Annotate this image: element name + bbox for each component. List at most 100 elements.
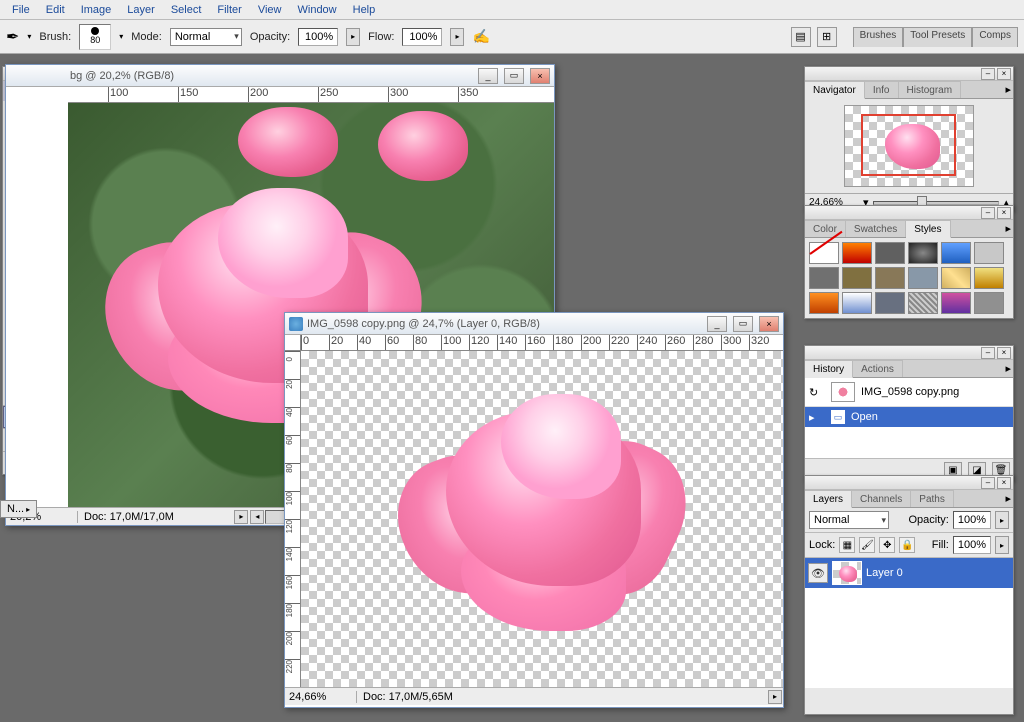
style-swatch[interactable]	[842, 267, 872, 289]
style-swatch[interactable]	[974, 242, 1004, 264]
tab-info[interactable]: Info	[865, 81, 899, 98]
lay-close-icon[interactable]: ×	[997, 477, 1011, 489]
doc2-maximize[interactable]: ▭	[733, 316, 753, 332]
fill-arrow[interactable]: ▸	[995, 536, 1009, 554]
brush-preview[interactable]: 80	[79, 24, 111, 50]
doc2-zoom[interactable]: 24,66%	[285, 691, 357, 703]
style-swatch[interactable]	[809, 292, 839, 314]
history-brush-src-icon[interactable]: ↻	[809, 386, 825, 399]
menu-help[interactable]: Help	[345, 2, 384, 18]
tab-paths[interactable]: Paths	[911, 490, 954, 507]
nav-close-icon[interactable]: ×	[997, 68, 1011, 80]
lock-transparent-icon[interactable]: ▦	[839, 537, 855, 553]
styles-menu-icon[interactable]: ▸	[1005, 222, 1011, 235]
doc1-info-arrow[interactable]: ▸	[234, 510, 248, 524]
sty-close-icon[interactable]: ×	[997, 207, 1011, 219]
menu-layer[interactable]: Layer	[119, 2, 163, 18]
hist-close-icon[interactable]: ×	[997, 347, 1011, 359]
style-swatch[interactable]	[875, 292, 905, 314]
palette-icon[interactable]: ▤	[791, 27, 811, 47]
well-tab-comps[interactable]: Comps	[972, 27, 1018, 47]
fill-input[interactable]: 100%	[953, 536, 991, 554]
lock-pixels-icon[interactable]: 🖌	[859, 537, 875, 553]
layer-name[interactable]: Layer 0	[866, 567, 903, 579]
tab-swatches[interactable]: Swatches	[846, 220, 906, 237]
nav-view-rect[interactable]	[861, 114, 956, 176]
style-swatch[interactable]	[941, 292, 971, 314]
layer-thumb[interactable]	[832, 561, 862, 585]
style-swatch[interactable]	[842, 242, 872, 264]
brush-dropdown-icon[interactable]: ▾	[119, 32, 123, 41]
style-swatch[interactable]	[908, 242, 938, 264]
style-swatch[interactable]	[809, 267, 839, 289]
flow-input[interactable]: 100%	[402, 28, 442, 46]
style-swatch[interactable]	[875, 267, 905, 289]
lock-position-icon[interactable]: ✥	[879, 537, 895, 553]
file-tab[interactable]: N...▸	[0, 500, 37, 518]
style-swatch[interactable]	[941, 267, 971, 289]
hist-min-icon[interactable]: –	[981, 347, 995, 359]
tab-histogram[interactable]: Histogram	[899, 81, 962, 98]
style-swatch[interactable]	[941, 242, 971, 264]
lay-min-icon[interactable]: –	[981, 477, 995, 489]
menu-select[interactable]: Select	[163, 2, 210, 18]
layer-item[interactable]: 👁 Layer 0	[805, 558, 1013, 588]
nav-min-icon[interactable]: –	[981, 68, 995, 80]
style-swatch[interactable]	[875, 242, 905, 264]
tool-preset-icon[interactable]: ✒	[6, 27, 19, 47]
blend-mode-dropdown[interactable]: Normal	[170, 28, 242, 46]
tab-channels[interactable]: Channels	[852, 490, 911, 507]
style-swatch[interactable]	[842, 292, 872, 314]
menu-view[interactable]: View	[250, 2, 290, 18]
doc1-titlebar[interactable]: bg @ 20,2% (RGB/8) _ ▭ ×	[6, 65, 554, 87]
airbrush-icon[interactable]: ✍	[472, 28, 489, 45]
layer-opacity-input[interactable]: 100%	[953, 511, 991, 529]
menu-window[interactable]: Window	[290, 2, 345, 18]
nav-thumbnail[interactable]	[844, 105, 974, 187]
close-button[interactable]: ×	[530, 68, 550, 84]
menu-edit[interactable]: Edit	[38, 2, 73, 18]
doc2-minimize[interactable]: _	[707, 316, 727, 332]
workspace-icon[interactable]: ⊞	[817, 27, 837, 47]
tab-navigator[interactable]: Navigator	[805, 81, 865, 99]
doc2-canvas[interactable]	[301, 351, 783, 687]
menu-file[interactable]: File	[4, 2, 38, 18]
visibility-icon[interactable]: 👁	[808, 563, 828, 583]
tab-styles[interactable]: Styles	[906, 220, 950, 238]
menu-image[interactable]: Image	[73, 2, 120, 18]
tab-color[interactable]: Color	[805, 220, 846, 237]
opacity-arrow[interactable]: ▸	[346, 28, 360, 46]
doc2-info-arrow[interactable]: ▸	[768, 690, 782, 704]
tab-actions[interactable]: Actions	[853, 360, 903, 377]
history-menu-icon[interactable]: ▸	[1005, 362, 1011, 375]
lock-all-icon[interactable]: 🔒	[899, 537, 915, 553]
minimize-button[interactable]: _	[478, 68, 498, 84]
nav-menu-icon[interactable]: ▸	[1005, 83, 1011, 96]
style-swatch[interactable]	[908, 292, 938, 314]
doc2-titlebar[interactable]: IMG_0598 copy.png @ 24,7% (Layer 0, RGB/…	[285, 313, 783, 335]
nav-slider[interactable]	[873, 201, 1000, 205]
tab-layers[interactable]: Layers	[805, 490, 852, 508]
flow-arrow[interactable]: ▸	[450, 28, 464, 46]
style-swatch[interactable]	[908, 267, 938, 289]
opacity-input[interactable]: 100%	[298, 28, 338, 46]
tab-history[interactable]: History	[805, 360, 853, 378]
doc2-ruler-v: 020406080100120140160180200220	[285, 351, 301, 687]
blend-mode-select[interactable]: Normal	[809, 511, 889, 529]
well-tab-presets[interactable]: Tool Presets	[903, 27, 972, 47]
maximize-button[interactable]: ▭	[504, 68, 524, 84]
menu-filter[interactable]: Filter	[209, 2, 249, 18]
style-swatch[interactable]	[974, 292, 1004, 314]
style-swatch[interactable]	[974, 267, 1004, 289]
layer-opacity-arrow[interactable]: ▸	[995, 511, 1009, 529]
doc2-close[interactable]: ×	[759, 316, 779, 332]
sty-min-icon[interactable]: –	[981, 207, 995, 219]
well-tab-brushes[interactable]: Brushes	[853, 27, 904, 47]
history-snapshot[interactable]: ↻ IMG_0598 copy.png	[805, 378, 1013, 407]
tool-preset-dropdown[interactable]: ▾	[27, 32, 31, 41]
history-step-open[interactable]: ▸ ▭ Open	[805, 407, 1013, 427]
doc1-scroll-left[interactable]: ◂	[250, 510, 264, 524]
style-none[interactable]	[809, 242, 839, 264]
layers-menu-icon[interactable]: ▸	[1005, 492, 1011, 505]
history-panel: –× History Actions ▸ ↻ IMG_0598 copy.png…	[804, 345, 1014, 482]
